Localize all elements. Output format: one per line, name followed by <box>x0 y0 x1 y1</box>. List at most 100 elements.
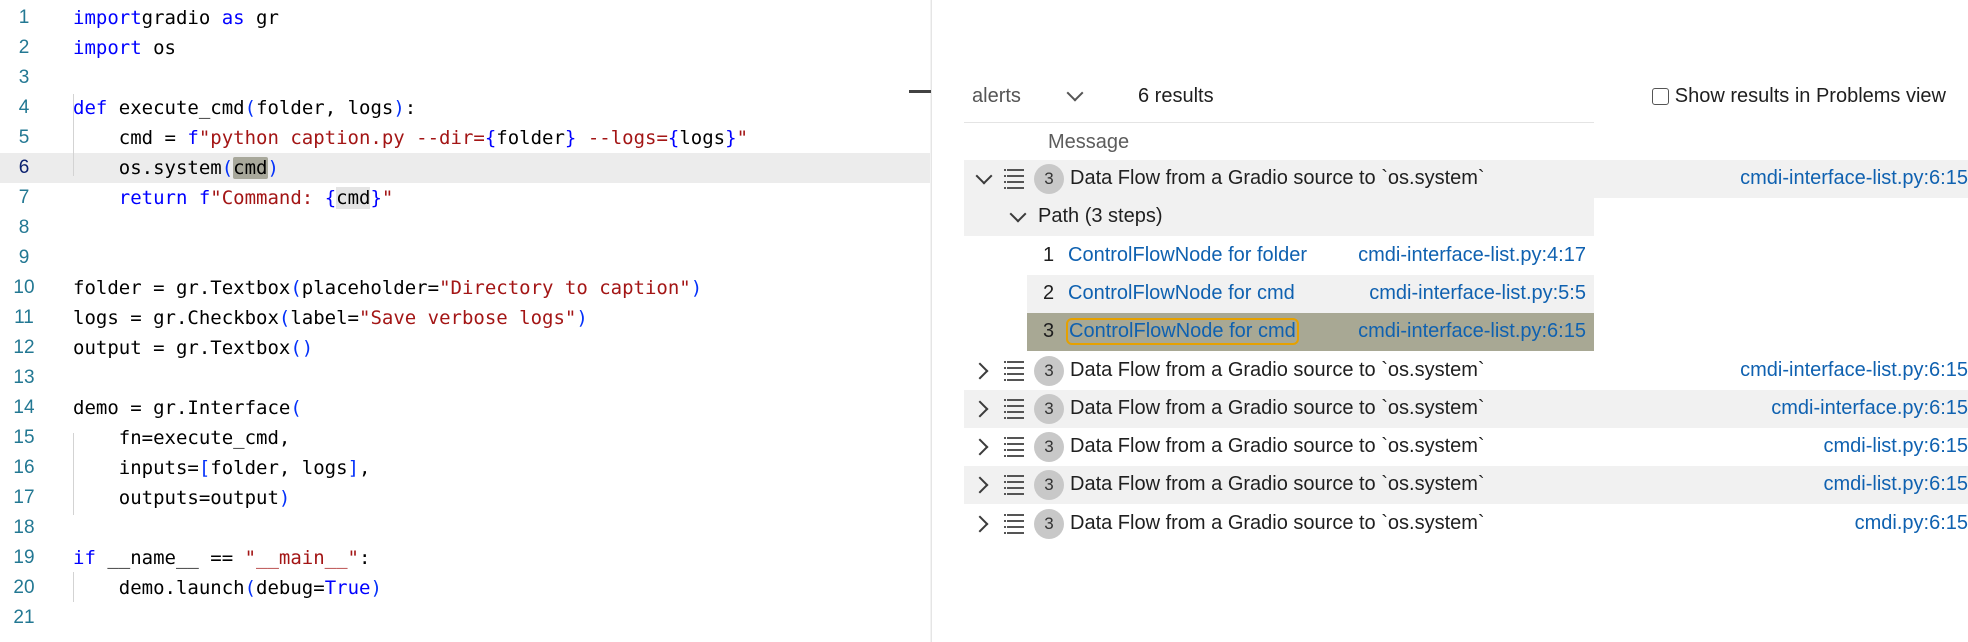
line-number: 15 <box>13 427 35 448</box>
list-icon <box>1004 513 1026 534</box>
line-number: 20 <box>13 577 35 598</box>
chevron-right-icon[interactable] <box>971 515 989 533</box>
code-token: logs = gr.Checkbox <box>73 307 279 329</box>
code-token: ) <box>267 157 279 179</box>
alert-row[interactable]: 3 Data Flow from a Gradio source to `os.s… <box>964 505 1968 543</box>
show-in-problems-toggle[interactable]: Show results in Problems view <box>1651 78 1946 114</box>
code-line[interactable]: 17 outputs=output) <box>0 483 935 513</box>
overview-ruler-marker <box>909 90 933 93</box>
step-location-link[interactable]: cmdi-interface-list.py:5:5 <box>1369 282 1586 305</box>
code-token: "python caption.py --dir= <box>198 127 485 149</box>
code-line[interactable]: 19 if __name__ == "__main__": <box>0 543 935 573</box>
alert-location-link[interactable]: cmdi-list.py:6:15 <box>1824 435 1968 458</box>
line-number: 6 <box>18 157 30 178</box>
code-line[interactable]: 14 demo = gr.Interface( <box>0 393 935 423</box>
chevron-down-icon[interactable] <box>1066 84 1084 102</box>
code-line[interactable]: 3 <box>0 63 935 93</box>
line-number: 11 <box>14 307 34 328</box>
code-token: : <box>359 547 371 569</box>
code-line[interactable]: 6 os.system(cmd) <box>0 153 935 183</box>
code-token: __name__ == <box>95 547 245 569</box>
path-step-row[interactable]: 2 ControlFlowNode for cmd cmdi-interface-l… <box>1027 274 1594 313</box>
alert-row[interactable]: 3 Data Flow from a Gradio source to `os.s… <box>964 352 1968 390</box>
path-count-badge: 3 <box>1034 470 1064 501</box>
code-token: if <box>73 547 96 569</box>
alert-row[interactable]: 3 Data Flow from a Gradio source to `os.s… <box>964 428 1968 466</box>
code-line[interactable]: 8 <box>0 213 935 243</box>
code-line[interactable]: 13 <box>0 363 935 393</box>
code-token: --logs= <box>576 127 668 149</box>
alert-location-link[interactable]: cmdi-interface-list.py:6:15 <box>1740 167 1968 190</box>
alert-row[interactable]: 3 Data Flow from a Gradio source to `os.s… <box>964 160 1968 198</box>
code-line[interactable]: 11 logs = gr.Checkbox(label="Save verbose… <box>0 303 935 333</box>
code-token: ( <box>244 577 257 599</box>
path-row[interactable]: Path (3 steps) <box>964 198 1594 237</box>
result-set-select[interactable]: alerts <box>972 78 1021 114</box>
alert-location-link[interactable]: cmdi.py:6:15 <box>1855 512 1968 535</box>
code-token: : <box>404 97 417 119</box>
code-line[interactable]: 10 folder = gr.Textbox(placeholder="Direc… <box>0 273 935 303</box>
step-location-link[interactable]: cmdi-interface-list.py:4:17 <box>1358 244 1586 267</box>
code-line[interactable]: 20 demo.launch(debug=True) <box>0 573 935 603</box>
step-node-link[interactable]: ControlFlowNode for cmd <box>1068 282 1295 305</box>
chevron-down-icon[interactable] <box>975 167 993 185</box>
code-token: folder = gr.Textbox <box>73 277 291 299</box>
alert-location-link[interactable]: cmdi-interface.py:6:15 <box>1771 397 1968 420</box>
alert-row[interactable]: 3 Data Flow from a Gradio source to `os.s… <box>964 466 1968 505</box>
code-line[interactable]: 5 cmd = f"python caption.py --dir={folde… <box>0 123 935 153</box>
code-token: logs <box>679 127 726 149</box>
indent-guide <box>73 572 74 602</box>
chevron-right-icon[interactable] <box>971 400 989 418</box>
alert-location-link[interactable]: cmdi-list.py:6:15 <box>1824 473 1968 496</box>
code-text: def execute_cmd(folder, logs): <box>73 97 416 119</box>
line-number: 2 <box>18 37 30 58</box>
code-token: ) <box>576 307 588 329</box>
chevron-down-icon[interactable] <box>1009 205 1027 223</box>
code-line[interactable]: 21 <box>0 603 935 633</box>
alert-row[interactable]: 3 Data Flow from a Gradio source to `os.s… <box>964 389 1968 428</box>
code-editor[interactable]: 1 importgradio as gr 2 import os 3 4 def execu… <box>0 0 935 642</box>
line-number: 19 <box>13 547 35 568</box>
step-node-link[interactable]: ControlFlowNode for cmd <box>1066 318 1299 346</box>
code-line[interactable]: 18 <box>0 513 935 543</box>
line-number: 1 <box>18 7 30 28</box>
code-line[interactable]: 9 <box>0 243 935 273</box>
code-line[interactable]: 12 output = gr.Textbox() <box>0 333 935 363</box>
code-token: demo = gr.Interface <box>73 397 291 419</box>
list-icon <box>1004 475 1026 496</box>
step-number: 1 <box>1043 243 1055 266</box>
code-token: ) <box>690 277 703 299</box>
code-text: folder = gr.Textbox(placeholder="Directo… <box>73 277 702 299</box>
alert-location-link[interactable]: cmdi-interface-list.py:6:15 <box>1740 359 1968 382</box>
result-set-value: alerts <box>972 84 1021 107</box>
column-header-message: Message <box>1048 130 1130 153</box>
chevron-right-icon[interactable] <box>971 476 989 494</box>
code-token: execute_cmd <box>107 97 245 119</box>
code-token: ( <box>290 397 302 419</box>
code-line[interactable]: 7 return f"Command: {cmd}" <box>0 183 935 213</box>
line-number: 17 <box>13 487 35 508</box>
step-location-link[interactable]: cmdi-interface-list.py:6:15 <box>1358 320 1586 343</box>
chevron-right-icon[interactable] <box>971 438 989 456</box>
problems-checkbox[interactable] <box>1651 87 1669 105</box>
code-token: import <box>73 37 142 59</box>
code-line[interactable]: 15 fn=execute_cmd, <box>0 423 935 453</box>
line-number: 8 <box>18 217 30 238</box>
code-line[interactable]: 16 inputs=[folder, logs], <box>0 453 935 483</box>
code-line[interactable]: 1 importgradio as gr <box>0 3 935 33</box>
indent-guide <box>73 94 74 176</box>
list-icon <box>1004 360 1026 381</box>
code-token: def <box>73 97 108 119</box>
chevron-right-icon[interactable] <box>971 362 989 379</box>
code-token: "Save verbose logs" <box>359 307 577 329</box>
step-number: 2 <box>1043 281 1055 304</box>
path-count-badge: 3 <box>1034 508 1064 539</box>
path-step-row[interactable]: 3 ControlFlowNode for cmd cmdi-interface-l… <box>1027 313 1594 352</box>
problems-checkbox-label: Show results in Problems view <box>1674 84 1946 107</box>
code-line[interactable]: 4 def execute_cmd(folder, logs): <box>0 93 935 123</box>
path-step-row[interactable]: 1 ControlFlowNode for folder cmdi-interfac… <box>1027 237 1594 275</box>
code-line[interactable]: 2 import os <box>0 33 935 63</box>
indent-guide <box>73 433 74 515</box>
code-token: , <box>359 457 371 479</box>
step-node-link[interactable]: ControlFlowNode for folder <box>1068 244 1307 267</box>
